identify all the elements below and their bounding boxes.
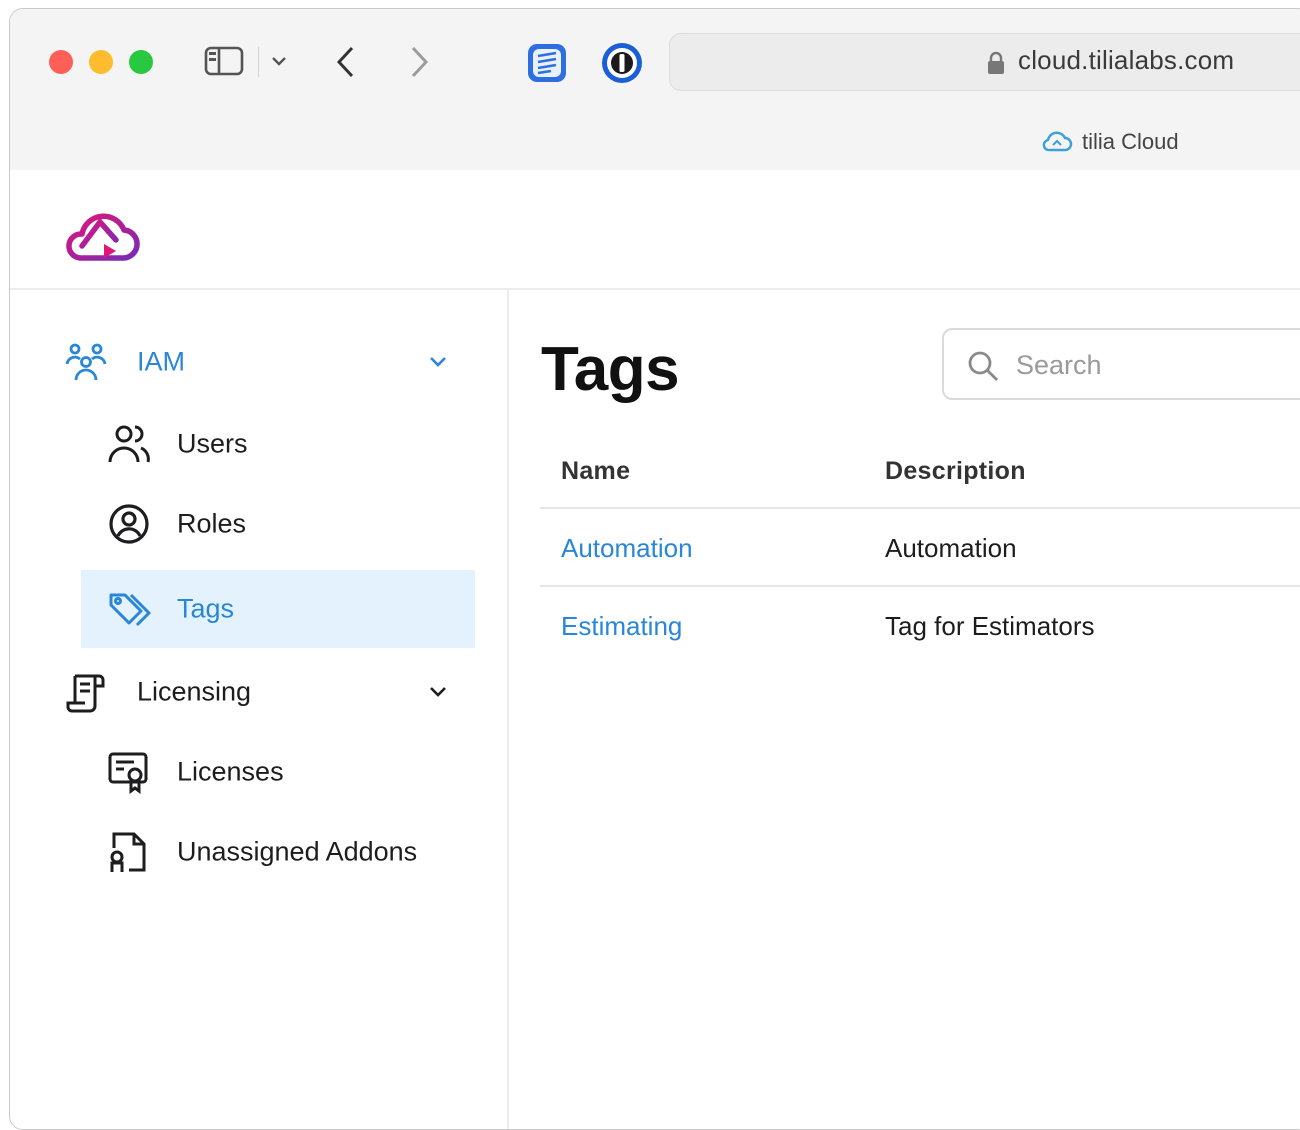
toolbar-divider <box>258 47 259 77</box>
column-header-description[interactable]: Description <box>885 457 1026 486</box>
lock-icon <box>986 51 1006 80</box>
certificate-icon <box>107 750 151 794</box>
sidebar-item-label: Roles <box>177 508 247 539</box>
tag-description: Tag for Estimators <box>885 611 1095 641</box>
tab-title[interactable]: tilia Cloud <box>1082 129 1179 155</box>
sidebar-group-licensing[interactable]: Licensing <box>10 660 507 724</box>
tag-name-link[interactable]: Estimating <box>561 611 682 642</box>
search-icon <box>966 349 1000 388</box>
table-header: Name Description <box>540 435 1300 509</box>
table-row[interactable]: Automation Automation <box>540 509 1300 587</box>
sidebar-group-label-iam: IAM <box>137 346 186 377</box>
tag-name-link[interactable]: Automation <box>561 533 693 564</box>
app-header <box>10 170 1300 290</box>
browser-window: cloud.tilialabs.com tilia Cloud IAM User… <box>9 8 1300 1130</box>
chevron-down-icon[interactable] <box>428 685 448 699</box>
password-manager-icon[interactable] <box>600 41 644 85</box>
sidebar-item-roles[interactable]: Roles <box>81 485 475 563</box>
sidebar-item-label: Unassigned Addons <box>177 836 418 867</box>
sidebar-item-tags[interactable]: Tags <box>81 570 475 648</box>
url-text[interactable]: cloud.tilialabs.com <box>1018 45 1234 76</box>
forward-icon[interactable] <box>405 43 433 81</box>
sidebar-group-iam[interactable]: IAM <box>10 330 507 394</box>
sidebar-item-label: Users <box>177 428 248 459</box>
sidebar-item-users[interactable]: Users <box>81 405 475 483</box>
table-row[interactable]: Estimating Tag for Estimators <box>540 587 1300 663</box>
tags-icon <box>107 589 153 629</box>
sidebar-item-label: Tags <box>177 593 235 624</box>
sidebar-item-label: Licenses <box>177 756 284 787</box>
chevron-down-icon[interactable] <box>428 355 448 369</box>
main-content: Tags Name Description Automation Automat… <box>509 290 1300 1129</box>
back-icon[interactable] <box>332 43 360 81</box>
sidebar-toggle-icon[interactable] <box>204 45 244 77</box>
notes-extension-icon[interactable] <box>526 42 568 84</box>
sidebar-group-label-licensing: Licensing <box>137 676 252 707</box>
license-scroll-icon <box>65 670 107 714</box>
close-window-button[interactable] <box>49 50 73 74</box>
chevron-down-icon[interactable] <box>269 54 289 68</box>
cloud-icon <box>1041 130 1073 159</box>
sidebar-item-licenses[interactable]: Licenses <box>81 733 475 811</box>
zoom-window-button[interactable] <box>129 50 153 74</box>
tilia-cloud-logo[interactable] <box>60 200 144 271</box>
browser-toolbar: cloud.tilialabs.com tilia Cloud <box>10 9 1300 171</box>
users-icon <box>107 422 151 466</box>
sidebar: IAM Users Roles Tags Licensing Licenses … <box>10 290 509 1129</box>
search-input[interactable] <box>1014 330 1300 400</box>
page-title: Tags <box>541 335 680 404</box>
addon-icon <box>107 830 151 874</box>
column-header-name[interactable]: Name <box>561 457 630 486</box>
tags-table: Name Description Automation Automation E… <box>540 435 1300 663</box>
sidebar-item-unassigned-addons[interactable]: Unassigned Addons <box>81 813 475 891</box>
tag-description: Automation <box>885 533 1017 563</box>
people-icon <box>65 340 109 384</box>
search-box[interactable] <box>942 328 1300 400</box>
role-badge-icon <box>107 502 151 546</box>
minimize-window-button[interactable] <box>89 50 113 74</box>
